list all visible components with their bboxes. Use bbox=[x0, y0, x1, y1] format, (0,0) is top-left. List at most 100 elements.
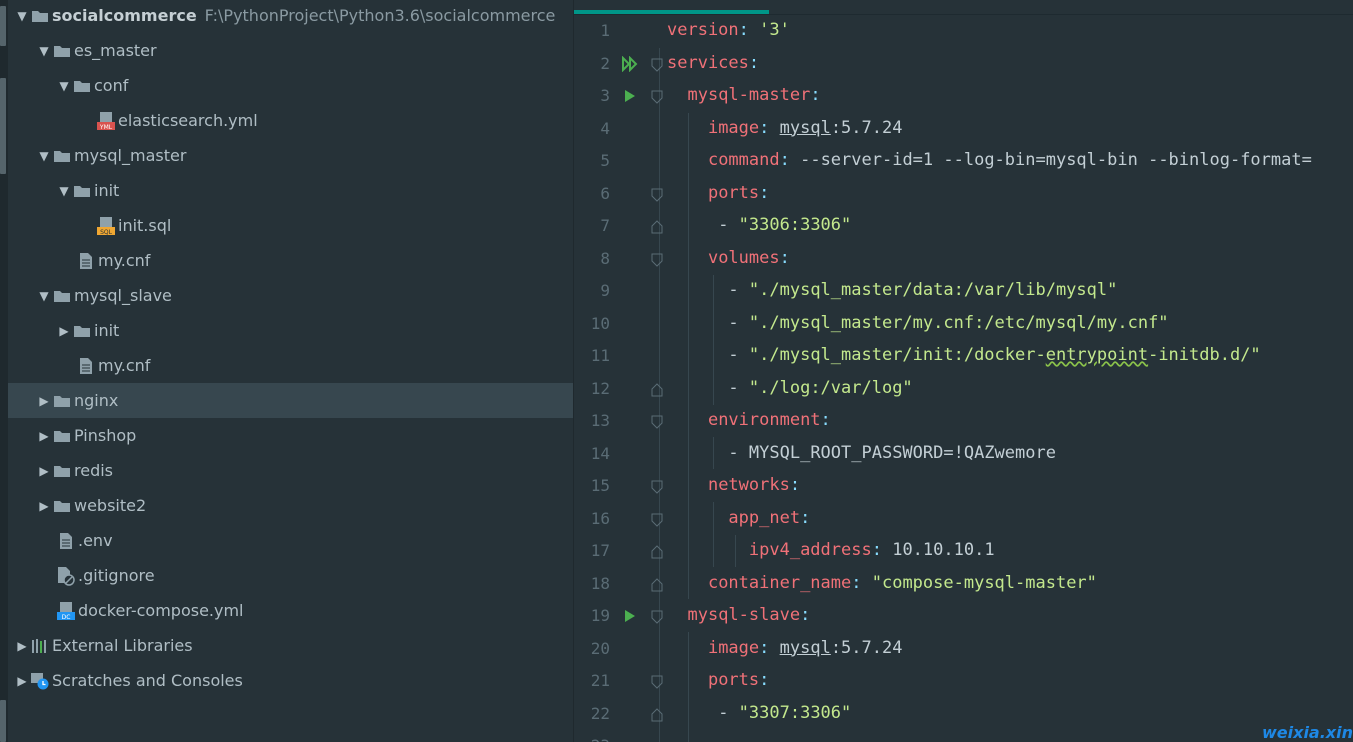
collapsed-arrow-icon[interactable]: ▶ bbox=[56, 324, 72, 338]
line-number: 2 bbox=[600, 53, 610, 73]
project-tool-tab[interactable] bbox=[0, 6, 6, 46]
folder-icon bbox=[52, 41, 72, 61]
tree-item-env[interactable]: ▶ .env bbox=[8, 523, 573, 558]
code-line[interactable]: 4 image: mysql:5.7.24 bbox=[574, 113, 1353, 146]
fold-icon[interactable] bbox=[650, 414, 664, 430]
tree-item-es-master[interactable]: ▼ es_master bbox=[8, 33, 573, 68]
expanded-arrow-icon[interactable]: ▼ bbox=[56, 79, 72, 93]
tree-item-init[interactable]: ▼ init bbox=[8, 173, 573, 208]
tree-item-label: init bbox=[94, 181, 120, 200]
expanded-arrow-icon[interactable]: ▼ bbox=[36, 149, 52, 163]
fold-icon[interactable] bbox=[650, 89, 664, 105]
expanded-arrow-icon[interactable]: ▼ bbox=[14, 9, 30, 23]
fold-end-icon[interactable] bbox=[650, 707, 664, 723]
code-line[interactable]: 13 environment: bbox=[574, 405, 1353, 438]
tree-item-label: website2 bbox=[74, 496, 147, 515]
fold-icon[interactable] bbox=[650, 674, 664, 690]
docker-compose-file-icon: DC bbox=[56, 601, 76, 621]
code-line[interactable]: 6 ports: bbox=[574, 178, 1353, 211]
tree-root-socialcommerce[interactable]: ▼ socialcommerce F:\PythonProject\Python… bbox=[8, 0, 573, 33]
tree-item-website2[interactable]: ▶ website2 bbox=[8, 488, 573, 523]
code-line[interactable]: 16 app_net: bbox=[574, 503, 1353, 536]
collapsed-arrow-icon[interactable]: ▶ bbox=[36, 464, 52, 478]
tree-item-mysql-master[interactable]: ▼ mysql_master bbox=[8, 138, 573, 173]
tree-item-redis[interactable]: ▶ redis bbox=[8, 453, 573, 488]
code-line[interactable]: 15 networks: bbox=[574, 470, 1353, 503]
tree-item-label: mysql_master bbox=[74, 146, 187, 165]
fold-icon[interactable] bbox=[650, 57, 664, 73]
yml-file-icon: YML bbox=[96, 111, 116, 131]
fold-icon[interactable] bbox=[650, 512, 664, 528]
folder-icon bbox=[52, 496, 72, 516]
tree-item-init[interactable]: ▶ init bbox=[8, 313, 573, 348]
line-number: 16 bbox=[590, 508, 610, 528]
tree-item-my-cnf[interactable]: ▶ my.cnf bbox=[8, 348, 573, 383]
tree-item-gitignore[interactable]: ▶ .gitignore bbox=[8, 558, 573, 593]
tree-item-pinshop[interactable]: ▶ Pinshop bbox=[8, 418, 573, 453]
tree-item-nginx[interactable]: ▶ nginx bbox=[8, 383, 573, 418]
line-number: 4 bbox=[600, 118, 610, 138]
code-editor[interactable]: 1 version: '3' 2 services: 3 mysql-maste… bbox=[574, 0, 1353, 742]
code-line[interactable]: 8 volumes: bbox=[574, 243, 1353, 276]
code-line[interactable]: 20 image: mysql:5.7.24 bbox=[574, 633, 1353, 666]
tree-item-label: Scratches and Consoles bbox=[52, 671, 243, 690]
fold-icon[interactable] bbox=[650, 479, 664, 495]
code-line[interactable]: 14 - MYSQL_ROOT_PASSWORD=!QAZwemore bbox=[574, 438, 1353, 471]
fold-icon[interactable] bbox=[650, 609, 664, 625]
fold-end-icon[interactable] bbox=[650, 544, 664, 560]
code-line[interactable]: 9 - "./mysql_master/data:/var/lib/mysql" bbox=[574, 275, 1353, 308]
code-line[interactable]: 23 bbox=[574, 730, 1353, 742]
collapsed-arrow-icon[interactable]: ▶ bbox=[36, 429, 52, 443]
fold-end-icon[interactable] bbox=[650, 219, 664, 235]
line-number: 17 bbox=[590, 541, 610, 560]
line-number: 7 bbox=[600, 216, 610, 235]
tree-root-label: socialcommerce bbox=[52, 6, 197, 25]
code-line[interactable]: 22 - "3307:3306" bbox=[574, 698, 1353, 731]
structure-tool-tab[interactable] bbox=[0, 78, 6, 174]
tree-item-elasticsearch-yml[interactable]: ▶ YML elasticsearch.yml bbox=[8, 103, 573, 138]
line-number: 10 bbox=[590, 313, 610, 333]
expanded-arrow-icon[interactable]: ▼ bbox=[56, 184, 72, 198]
fold-icon[interactable] bbox=[650, 187, 664, 203]
tree-item-init-sql[interactable]: ▶ SQL init.sql bbox=[8, 208, 573, 243]
expanded-arrow-icon[interactable]: ▼ bbox=[36, 44, 52, 58]
collapsed-arrow-icon[interactable]: ▶ bbox=[36, 499, 52, 513]
tree-item-conf[interactable]: ▼ conf bbox=[8, 68, 573, 103]
tree-item-external-libraries[interactable]: ▶ External Libraries bbox=[8, 628, 573, 663]
fold-icon[interactable] bbox=[650, 252, 664, 268]
folder-icon bbox=[52, 391, 72, 411]
run-icon[interactable] bbox=[622, 88, 638, 104]
svg-text:YML: YML bbox=[99, 124, 113, 131]
scratches-icon bbox=[30, 671, 50, 691]
collapsed-arrow-icon[interactable]: ▶ bbox=[36, 394, 52, 408]
tree-item-scratches-and-consoles[interactable]: ▶ Scratches and Consoles bbox=[8, 663, 573, 698]
fold-end-icon[interactable] bbox=[650, 382, 664, 398]
code-line[interactable]: 21 ports: bbox=[574, 665, 1353, 698]
line-number: 22 bbox=[590, 703, 610, 723]
svg-text:DC: DC bbox=[62, 614, 71, 621]
code-line[interactable]: 10 - "./mysql_master/my.cnf:/etc/mysql/m… bbox=[574, 308, 1353, 341]
sql-file-icon: SQL bbox=[96, 216, 116, 236]
code-line[interactable]: 11 - "./mysql_master/init:/docker-entryp… bbox=[574, 340, 1353, 373]
code-line[interactable]: 19 mysql-slave: bbox=[574, 600, 1353, 633]
code-line[interactable]: 18 container_name: "compose-mysql-master… bbox=[574, 568, 1353, 601]
collapsed-arrow-icon[interactable]: ▶ bbox=[14, 674, 30, 688]
expanded-arrow-icon[interactable]: ▼ bbox=[36, 289, 52, 303]
code-line[interactable]: 12 - "./log:/var/log" bbox=[574, 373, 1353, 406]
collapsed-arrow-icon[interactable]: ▶ bbox=[14, 639, 30, 653]
code-line[interactable]: 3 mysql-master: bbox=[574, 80, 1353, 113]
tree-item-docker-compose-yml[interactable]: ▶ DC docker-compose.yml bbox=[8, 593, 573, 628]
code-line[interactable]: 7 - "3306:3306" bbox=[574, 210, 1353, 243]
tree-item-label: docker-compose.yml bbox=[78, 601, 244, 620]
run-all-icon[interactable] bbox=[622, 55, 638, 72]
tree-item-mysql-slave[interactable]: ▼ mysql_slave bbox=[8, 278, 573, 313]
tree-item-my-cnf[interactable]: ▶ my.cnf bbox=[8, 243, 573, 278]
fold-end-icon[interactable] bbox=[650, 577, 664, 593]
code-line[interactable]: 2 services: bbox=[574, 48, 1353, 81]
line-number: 21 bbox=[590, 671, 610, 690]
favorites-tool-tab[interactable] bbox=[0, 700, 6, 742]
code-line[interactable]: 17 ipv4_address: 10.10.10.1 bbox=[574, 535, 1353, 568]
run-icon[interactable] bbox=[622, 608, 638, 624]
code-line[interactable]: 1 version: '3' bbox=[574, 15, 1353, 48]
code-line[interactable]: 5 command: --server-id=1 --log-bin=mysql… bbox=[574, 145, 1353, 178]
